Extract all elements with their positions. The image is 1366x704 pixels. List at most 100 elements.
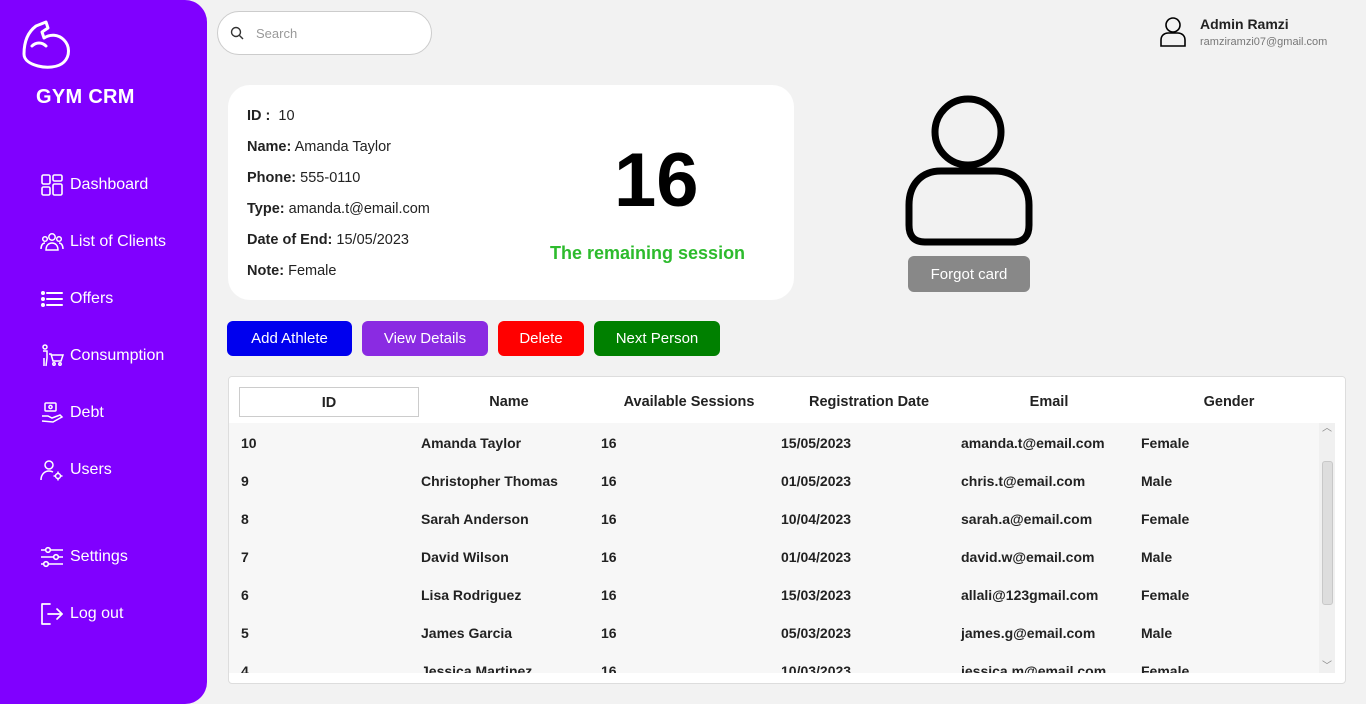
scroll-down-icon[interactable]: ﹀ [1321, 661, 1333, 673]
field-name: Name: Amanda Taylor [247, 139, 391, 155]
cell-id: 10 [241, 435, 257, 451]
cell-sessions: 16 [601, 473, 617, 489]
table-body: 10 Amanda Taylor 16 15/05/2023 amanda.t@… [229, 423, 1319, 673]
sidebar: GYM CRM Dashboard List of Clients Offers… [0, 0, 207, 704]
cell-name: Amanda Taylor [421, 435, 522, 451]
cell-id: 4 [241, 663, 249, 673]
nav-consumption-label: Consumption [70, 347, 165, 364]
cell-name: Christopher Thomas [421, 473, 558, 489]
cell-email: jessica.m@email.com [961, 663, 1107, 673]
client-info-card: ID : 10 Name: Amanda Taylor Phone: 555-0… [228, 85, 794, 300]
remaining-sessions-label: The remaining session [550, 243, 746, 263]
forgot-card-button[interactable]: Forgot card [908, 256, 1030, 292]
next-person-button[interactable]: Next Person [594, 321, 720, 356]
cell-sessions: 16 [601, 549, 617, 565]
cell-date: 10/03/2023 [781, 663, 852, 673]
user-avatar-icon [1160, 17, 1186, 47]
cell-sessions: 16 [601, 625, 617, 641]
field-end-date: Date of End: 15/05/2023 [247, 232, 409, 248]
field-id-label: ID : [247, 108, 271, 124]
nav-debt[interactable]: Debt [40, 398, 104, 428]
field-end-date-value: 15/05/2023 [336, 232, 409, 248]
cell-name: Lisa Rodriguez [421, 587, 522, 603]
field-name-value: Amanda Taylor [294, 139, 392, 155]
table-row[interactable]: 5 James Garcia 16 05/03/2023 james.g@ema… [229, 613, 1319, 651]
column-header-email[interactable]: Email [959, 387, 1139, 417]
table-row[interactable]: 10 Amanda Taylor 16 15/05/2023 amanda.t@… [229, 423, 1319, 461]
cart-person-icon [42, 344, 64, 367]
user-gear-icon [40, 460, 63, 481]
cell-name: Jessica Martinez [421, 663, 533, 673]
search-input[interactable] [256, 25, 406, 41]
sliders-icon [41, 546, 63, 568]
list-icon [41, 291, 63, 307]
view-details-button[interactable]: View Details [362, 321, 488, 356]
field-phone: Phone: 555-0110 [247, 170, 360, 186]
cell-id: 8 [241, 511, 249, 527]
nav-dashboard[interactable]: Dashboard [40, 170, 148, 200]
cell-gender: Female [1141, 511, 1190, 527]
flexed-arm-icon [22, 20, 70, 69]
table-scrollbar[interactable]: ︿ ﹀ [1319, 423, 1335, 673]
user-profile[interactable]: Admin Ramzi ramziramzi07@gmail.com [1158, 16, 1327, 48]
nav-users-label: Users [70, 461, 112, 478]
search-icon [230, 26, 244, 40]
cell-date: 15/03/2023 [781, 587, 852, 603]
nav-dashboard-label: Dashboard [70, 176, 149, 193]
user-email: ramziramzi07@gmail.com [1200, 36, 1328, 48]
field-note-label: Note: [247, 263, 285, 279]
cell-sessions: 16 [601, 663, 617, 673]
field-phone-label: Phone: [247, 170, 297, 186]
cell-sessions: 16 [601, 435, 617, 451]
dashboard-icon [41, 174, 63, 196]
table-header: ID Name Available Sessions Registration … [229, 377, 1345, 423]
column-header-name[interactable]: Name [419, 387, 599, 417]
field-name-label: Name: [247, 139, 292, 155]
add-athlete-button[interactable]: Add Athlete [227, 321, 352, 356]
cell-gender: Female [1141, 587, 1190, 603]
debt-hand-icon [41, 402, 64, 423]
remaining-sessions-count: 16 [614, 138, 699, 223]
column-header-id[interactable]: ID [239, 387, 419, 417]
client-photo-placeholder-icon [905, 95, 1033, 246]
table-row[interactable]: 7 David Wilson 16 01/04/2023 david.w@ema… [229, 537, 1319, 575]
cell-sessions: 16 [601, 587, 617, 603]
table-row[interactable]: 4 Jessica Martinez 16 10/03/2023 jessica… [229, 651, 1319, 673]
nav-log-out[interactable]: Log out [40, 599, 123, 629]
cell-gender: Male [1141, 473, 1173, 489]
nav-list-of-clients[interactable]: List of Clients [40, 227, 166, 257]
table-row[interactable]: 9 Christopher Thomas 16 01/05/2023 chris… [229, 461, 1319, 499]
column-header-available-sessions[interactable]: Available Sessions [599, 387, 779, 417]
cell-date: 15/05/2023 [781, 435, 852, 451]
column-header-gender[interactable]: Gender [1139, 387, 1319, 417]
column-header-registration-date[interactable]: Registration Date [779, 387, 959, 417]
cell-gender: Female [1141, 435, 1190, 451]
cell-date: 01/05/2023 [781, 473, 852, 489]
cell-name: David Wilson [421, 549, 509, 565]
scroll-up-icon[interactable]: ︿ [1321, 423, 1333, 435]
nav-log-out-label: Log out [70, 605, 124, 622]
search-bar[interactable] [217, 11, 432, 55]
field-note-value: Female [288, 263, 337, 279]
app-name: GYM CRM [36, 86, 135, 108]
nav-consumption[interactable]: Consumption [40, 341, 164, 371]
cell-email: allali@123gmail.com [961, 587, 1099, 603]
clients-icon [40, 233, 64, 251]
cell-name: James Garcia [421, 625, 513, 641]
table-row[interactable]: 8 Sarah Anderson 16 10/04/2023 sarah.a@e… [229, 499, 1319, 537]
nav-settings-label: Settings [70, 548, 128, 565]
delete-button[interactable]: Delete [498, 321, 584, 356]
cell-email: amanda.t@email.com [961, 435, 1105, 451]
scrollbar-thumb[interactable] [1322, 461, 1333, 605]
nav-debt-label: Debt [70, 404, 104, 421]
cell-id: 7 [241, 549, 249, 565]
nav-users[interactable]: Users [40, 455, 112, 485]
cell-sessions: 16 [601, 511, 617, 527]
nav-offers[interactable]: Offers [40, 284, 113, 314]
cell-gender: Male [1141, 549, 1173, 565]
nav-settings[interactable]: Settings [40, 542, 128, 572]
cell-name: Sarah Anderson [421, 511, 529, 527]
table-row[interactable]: 6 Lisa Rodriguez 16 15/03/2023 allali@12… [229, 575, 1319, 613]
field-type-label: Type: [247, 201, 285, 217]
field-id-value: 10 [278, 108, 295, 124]
